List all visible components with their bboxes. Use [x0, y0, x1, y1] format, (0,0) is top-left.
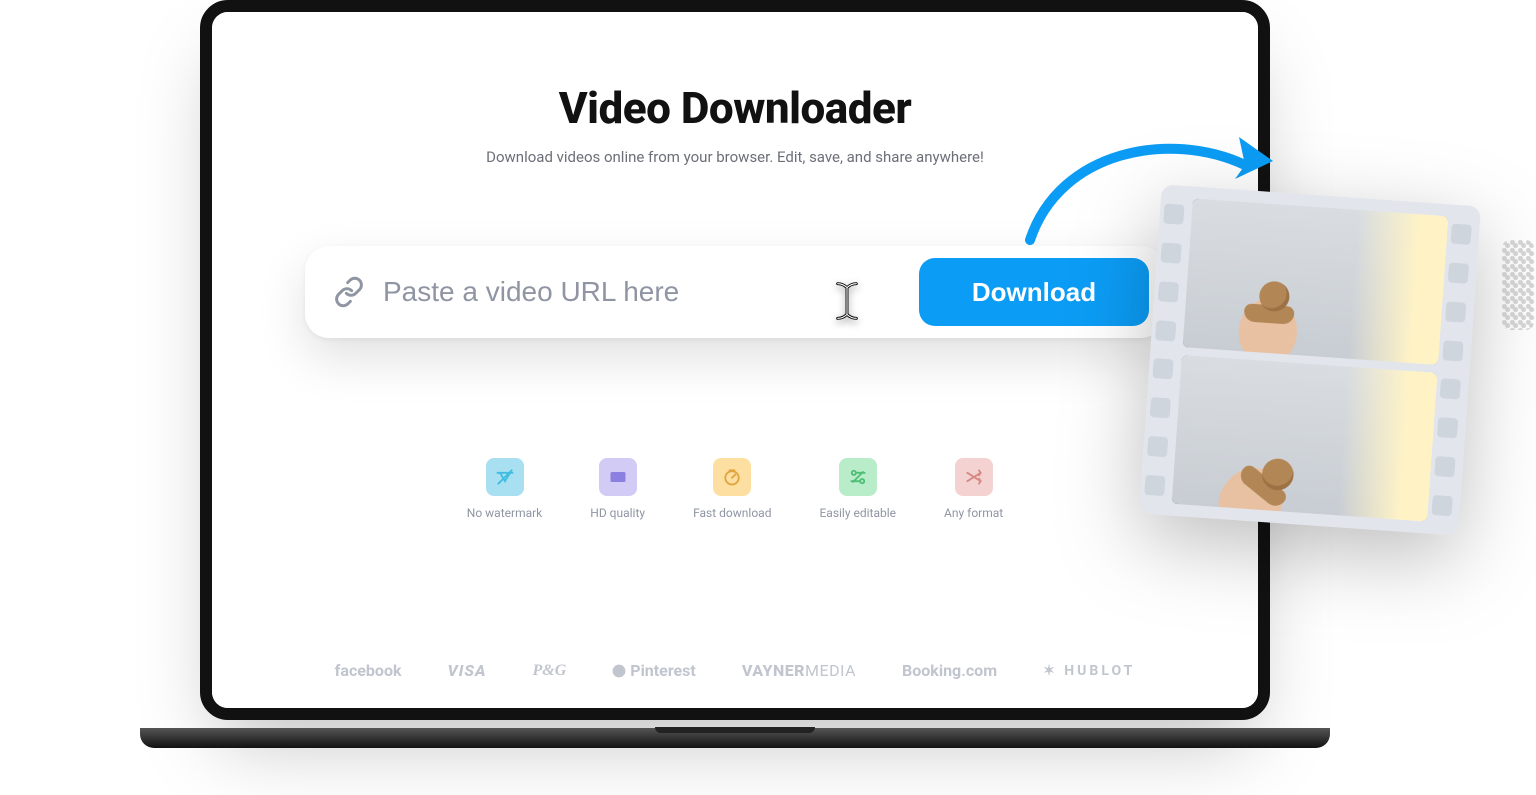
decorative-texture — [1502, 240, 1534, 330]
feature-label: Fast download — [693, 506, 771, 520]
brand-facebook: facebook — [335, 661, 402, 680]
easily-editable-icon — [839, 458, 877, 496]
filmstrip-preview — [1139, 184, 1481, 536]
link-icon — [333, 276, 365, 308]
download-button[interactable]: Download — [919, 258, 1149, 326]
page-title: Video Downloader — [559, 82, 912, 134]
feature-row: No watermark HD quality Fast download — [467, 458, 1003, 520]
film-frame-1 — [1183, 198, 1449, 364]
feature-no-watermark: No watermark — [467, 458, 542, 520]
feature-label: Easily editable — [819, 506, 896, 520]
feature-hd-quality: HD quality — [590, 458, 645, 520]
brand-pg: P&G — [532, 662, 566, 680]
brand-booking: Booking.com — [902, 661, 997, 680]
app-screen: Video Downloader Download videos online … — [212, 12, 1258, 708]
brand-pinterest: Pinterest — [612, 661, 696, 680]
brand-vaynermedia: VAYNERMEDIA — [742, 661, 856, 680]
laptop-mockup: Video Downloader Download videos online … — [200, 0, 1270, 740]
feature-label: No watermark — [467, 506, 542, 520]
laptop-base — [140, 728, 1330, 748]
brand-hublot: ✶ HUBLOT — [1043, 663, 1135, 679]
brand-hublot-label: HUBLOT — [1064, 663, 1135, 679]
hd-quality-icon — [599, 458, 637, 496]
video-url-input[interactable] — [383, 276, 919, 308]
feature-any-format: Any format — [944, 458, 1003, 520]
page-subtitle: Download videos online from your browser… — [486, 148, 984, 166]
feature-label: HD quality — [590, 506, 645, 520]
brand-visa: VISA — [448, 661, 487, 680]
any-format-icon — [955, 458, 993, 496]
feature-label: Any format — [944, 506, 1003, 520]
url-input-card: Download — [305, 246, 1165, 338]
feature-easily-editable: Easily editable — [819, 458, 896, 520]
fast-download-icon — [713, 458, 751, 496]
brand-pinterest-label: Pinterest — [630, 661, 696, 680]
feature-fast-download: Fast download — [693, 458, 771, 520]
laptop-bezel: Video Downloader Download videos online … — [200, 0, 1270, 720]
brand-logos-row: facebook VISA P&G Pinterest VAYNERMEDIA … — [212, 661, 1258, 680]
no-watermark-icon — [486, 458, 524, 496]
film-frame-2 — [1172, 355, 1438, 521]
